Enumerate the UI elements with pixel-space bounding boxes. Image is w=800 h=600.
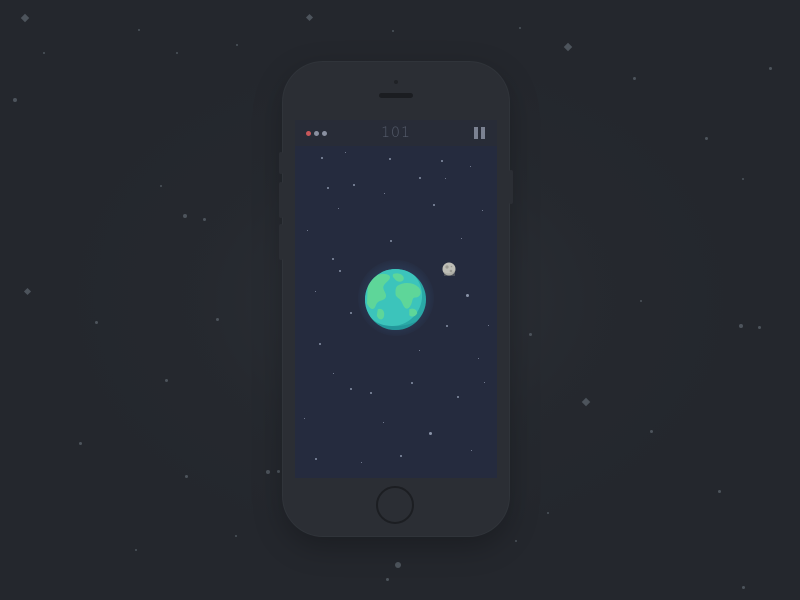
screen-star: [461, 238, 462, 239]
screen-star: [315, 291, 316, 292]
screen-star: [345, 152, 346, 153]
screen-star: [419, 350, 420, 351]
background-star: [176, 52, 178, 54]
background-star: [547, 512, 549, 514]
screen-star: [304, 418, 305, 419]
game-status-bar: 101: [295, 120, 497, 146]
earth-icon[interactable]: [364, 268, 427, 331]
background-star: [650, 430, 653, 433]
screen-star: [332, 258, 334, 260]
home-button[interactable]: [376, 486, 414, 524]
pause-button[interactable]: [473, 127, 487, 139]
screen-star: [429, 432, 432, 435]
score-counter: 101: [381, 125, 411, 141]
phone-side-button: [279, 152, 283, 174]
screen-star: [482, 210, 483, 211]
screen-star: [353, 184, 355, 186]
background-star: [23, 287, 32, 296]
background-star: [135, 549, 137, 551]
screen-star: [484, 382, 485, 383]
phone-side-button: [279, 224, 283, 260]
background-star: [165, 379, 168, 382]
screen-star: [411, 382, 413, 384]
screen-star: [390, 240, 392, 242]
background-star: [739, 324, 743, 328]
background-star: [563, 42, 573, 52]
background-star: [79, 442, 82, 445]
phone-side-button: [509, 170, 513, 204]
background-star: [216, 318, 219, 321]
background-star: [769, 67, 772, 70]
screen-star: [321, 157, 323, 159]
background-star: [758, 326, 761, 329]
screen-star: [478, 358, 479, 359]
background-star: [138, 29, 140, 31]
background-star: [266, 470, 270, 474]
background-star: [235, 535, 237, 537]
screen-star: [488, 325, 489, 326]
background-star: [640, 300, 642, 302]
background-star: [160, 185, 162, 187]
screen-star: [419, 177, 421, 179]
screen-star: [445, 178, 446, 179]
screen-star: [466, 294, 469, 297]
screen-star: [433, 204, 435, 206]
screen-star: [350, 312, 352, 314]
phone-side-button: [279, 182, 283, 218]
background-star: [529, 333, 532, 336]
background-star: [277, 470, 280, 473]
background-star: [633, 77, 636, 80]
screen-star: [457, 396, 459, 398]
screen-star: [338, 208, 339, 209]
background-star: [305, 13, 314, 22]
phone-speaker: [379, 93, 413, 98]
screen-star: [319, 343, 321, 345]
background-star: [705, 137, 708, 140]
moon-icon[interactable]: [442, 262, 456, 276]
screen-star: [470, 166, 471, 167]
background-star: [515, 540, 517, 542]
screen-star: [446, 325, 448, 327]
background-star: [43, 52, 45, 54]
background-star: [718, 490, 721, 493]
screen-star: [361, 462, 362, 463]
background-star: [236, 44, 238, 46]
screen-star: [339, 270, 341, 272]
background-star: [20, 13, 30, 23]
screen-star: [370, 392, 372, 394]
screen-star: [389, 158, 391, 160]
screen-star: [441, 160, 443, 162]
screen-star: [384, 193, 385, 194]
screen-star: [315, 458, 317, 460]
screen-star: [350, 388, 352, 390]
screen-star: [327, 187, 329, 189]
screen-star: [307, 230, 308, 231]
background-star: [392, 30, 394, 32]
phone-device: 101: [279, 62, 513, 536]
background-star: [183, 214, 187, 218]
game-screen[interactable]: 101: [295, 120, 497, 478]
screen-star: [400, 455, 402, 457]
background-star: [742, 178, 744, 180]
background-star: [742, 586, 745, 589]
screen-star: [333, 373, 334, 374]
front-camera: [394, 80, 398, 84]
screen-star: [471, 450, 472, 451]
background-star: [519, 27, 521, 29]
background-star: [13, 98, 17, 102]
background-star: [95, 321, 98, 324]
background-star: [203, 218, 206, 221]
screen-star: [383, 422, 384, 423]
background-star: [395, 562, 401, 568]
background-star: [386, 578, 389, 581]
background-star: [185, 475, 188, 478]
